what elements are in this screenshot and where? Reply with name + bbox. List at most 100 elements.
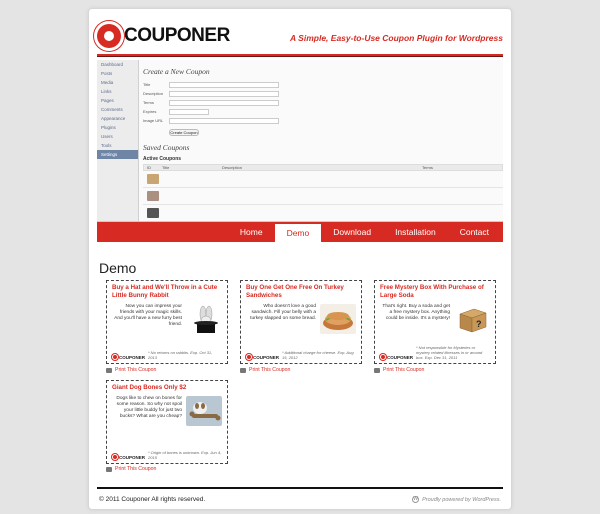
print-label: Print This Coupon <box>115 367 157 373</box>
coupon-logo: COUPONER <box>380 354 413 360</box>
admin-menu-item: Links <box>101 89 112 94</box>
coupon-footer: COUPONER * Origin of bones is unknown. E… <box>112 450 222 460</box>
table-row <box>143 188 503 205</box>
gear-icon <box>112 354 118 360</box>
coupon-title: Free Mystery Box With Purchase of Large … <box>380 284 484 299</box>
admin-menu-item: Posts <box>101 71 113 76</box>
gear-icon <box>380 354 386 360</box>
form-label: Expires <box>143 109 157 114</box>
table-column: Terms <box>422 165 433 170</box>
nav-contact[interactable]: Contact <box>448 222 501 242</box>
coupon-fine-print: * Origin of bones is unknown. Exp. Jun 4… <box>148 450 222 460</box>
coupon-card: Buy One Get One Free On Turkey Sandwiche… <box>240 280 362 364</box>
admin-heading: Create a New Coupon <box>143 67 210 76</box>
coupon-body: Dogs like to chew on bones for some reas… <box>112 396 222 426</box>
admin-subheading: Saved Coupons <box>143 143 190 152</box>
nav-download[interactable]: Download <box>321 222 383 242</box>
nav-home[interactable]: Home <box>228 222 275 242</box>
svg-text:?: ? <box>476 319 482 329</box>
page-container: COUPONER A Simple, Easy-to-Use Coupon Pl… <box>88 8 512 510</box>
wordpress-icon: W <box>412 496 420 503</box>
site-logo[interactable]: COUPONER <box>97 24 230 48</box>
admin-menu-item: Dashboard <box>101 62 124 67</box>
create-coupon-button: Create Coupon <box>169 129 199 136</box>
coupon-logo-text: COUPONER <box>253 354 280 360</box>
admin-main: Create a New Coupon Title Description Te… <box>143 60 503 221</box>
coupon-card: Buy a Hat and We'll Throw in a Cute Litt… <box>106 280 228 364</box>
table-row <box>143 171 503 188</box>
form-row: Description <box>143 89 503 98</box>
coupon-logo: COUPONER <box>246 354 279 360</box>
admin-menu-item: Tools <box>101 143 112 148</box>
print-label: Print This Coupon <box>115 466 157 472</box>
form-label: Image URL <box>143 118 164 123</box>
powered-text: Proudly powered by WordPress. <box>422 496 501 503</box>
coupon-text: That's right. Buy a soda and get a free … <box>382 304 450 321</box>
print-coupon-link[interactable]: Print This Coupon <box>106 367 156 373</box>
coupon-body: Who doesn't love a good sandwich. Fill y… <box>246 304 356 334</box>
coupon-footer: COUPONER * No returns on rabbits. Exp. O… <box>112 350 222 360</box>
print-coupon-link[interactable]: Print This Coupon <box>374 367 424 373</box>
coupon-title: Giant Dog Bones Only $2 <box>112 384 187 391</box>
coupon-card: Free Mystery Box With Purchase of Large … <box>374 280 496 364</box>
form-label: Title <box>143 82 151 87</box>
admin-menu-item: Users <box>101 134 113 139</box>
form-row: Expires <box>143 107 503 116</box>
coupon-fine-print: * No returns on rabbits. Exp. Oct 31, 20… <box>148 350 213 360</box>
admin-menu-item: Comments <box>101 107 123 112</box>
form-row: Title <box>143 80 503 89</box>
admin-menu-item: Plugins <box>101 125 116 130</box>
form-label: Description <box>143 91 164 96</box>
print-coupon-link[interactable]: Print This Coupon <box>106 466 156 472</box>
coupon-fine-print: * Additional charge for cheese. Exp. Aug… <box>282 350 354 360</box>
coupon-card: Giant Dog Bones Only $2 Dogs like to che… <box>106 380 228 464</box>
printer-icon <box>240 367 246 373</box>
nav-demo[interactable]: Demo <box>274 222 322 242</box>
gear-icon <box>246 354 252 360</box>
active-coupons-label: Active Coupons <box>143 156 182 162</box>
form-box <box>169 81 279 88</box>
form-box <box>169 108 209 115</box>
coupon-title: Buy One Get One Free On Turkey Sandwiche… <box>246 284 344 299</box>
turkey-sandwich-image <box>320 304 356 334</box>
dog-bone-image <box>186 396 222 426</box>
print-coupon-link[interactable]: Print This Coupon <box>240 367 290 373</box>
coupon-text: Now you can impress your friends with yo… <box>114 304 182 327</box>
coupon-logo: COUPONER <box>112 354 145 360</box>
table-row <box>143 205 503 221</box>
footer-divider <box>97 487 503 489</box>
gear-icon <box>112 454 118 460</box>
coupon-logo-text: COUPONER <box>119 454 146 460</box>
site-tagline: A Simple, Easy-to-Use Coupon Plugin for … <box>290 33 503 43</box>
thumbnail <box>147 191 159 201</box>
nav-installation[interactable]: Installation <box>383 222 448 242</box>
plugin-screenshot: Dashboard Posts Media Links Pages Commen… <box>97 60 503 222</box>
gear-logo-icon <box>97 24 121 48</box>
admin-menu-item: Media <box>101 80 114 85</box>
page-title: Demo <box>99 260 137 276</box>
form-box <box>169 117 279 124</box>
table-column: Description <box>222 165 243 170</box>
printer-icon <box>106 466 112 472</box>
mystery-box-image: ? <box>454 304 490 334</box>
coupon-fine-print: * Not responsible for Mysteries or myste… <box>416 345 483 360</box>
admin-menu-item-selected: Settings <box>97 150 138 159</box>
admin-sidebar: Dashboard Posts Media Links Pages Commen… <box>97 60 139 221</box>
coupon-footer: COUPONER * Not responsible for Mysteries… <box>380 345 490 360</box>
coupon-logo-text: COUPONER <box>119 354 146 360</box>
table-column: Title <box>162 165 170 170</box>
printer-icon <box>374 367 380 373</box>
coupon-body: Now you can impress your friends with yo… <box>112 304 222 334</box>
admin-menu-item: Appearance <box>101 116 126 121</box>
admin-menu-item: Pages <box>101 98 114 103</box>
hat-rabbit-image <box>186 304 222 334</box>
form-row: Terms <box>143 98 503 107</box>
form-row: Image URL <box>143 116 503 125</box>
printer-icon <box>106 367 112 373</box>
powered-by-link[interactable]: W Proudly powered by WordPress. <box>412 496 501 503</box>
table-header: ID Title Description Terms <box>143 164 503 171</box>
table-column: ID <box>147 165 151 170</box>
coupon-text: Dogs like to chew on bones for some reas… <box>116 396 182 419</box>
main-nav: Home Demo Download Installation Contact <box>97 222 503 242</box>
thumbnail <box>147 208 159 218</box>
